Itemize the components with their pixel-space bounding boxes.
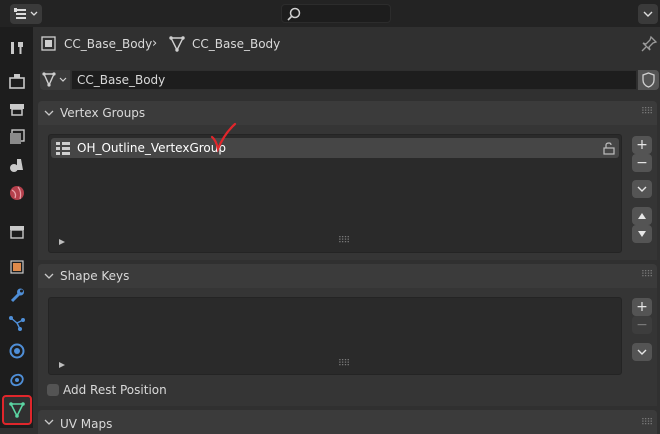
- constraints-icon: [10, 373, 24, 387]
- triangle-down-icon: [638, 231, 646, 237]
- uv-maps-title: UV Maps: [60, 417, 113, 431]
- add-shape-key-button[interactable]: +: [632, 298, 652, 316]
- modifier-icon: [10, 288, 24, 303]
- chevron-down-icon: [44, 419, 54, 425]
- tab-modifiers[interactable]: [4, 282, 30, 308]
- annotation-checkmark: [210, 122, 237, 153]
- view-layer-icon: [10, 129, 25, 144]
- drag-handle-icon[interactable]: ⠿⠿: [641, 270, 653, 280]
- vertex-group-list[interactable]: OH_Outline_VertexGroup ⠿⠿: [48, 134, 622, 253]
- tab-scene[interactable]: [4, 152, 30, 178]
- collection-icon: [10, 226, 24, 239]
- datablock-name: CC_Base_Body: [77, 73, 166, 87]
- add-rest-position-label: Add Rest Position: [63, 383, 167, 397]
- breadcrumb-object: CC_Base_Body: [64, 37, 153, 51]
- tab-tool[interactable]: [4, 35, 30, 61]
- shape-keys-panel-header[interactable]: Shape Keys ⠿⠿: [38, 264, 657, 288]
- render-icon: [9, 74, 25, 89]
- pin-icon[interactable]: [640, 35, 658, 53]
- tab-render[interactable]: [4, 68, 30, 94]
- mesh-data-icon: [42, 72, 67, 87]
- particles-icon: [9, 316, 25, 331]
- triangle-up-icon: [638, 213, 646, 219]
- vertex-group-icon: [56, 142, 70, 155]
- chevron-down-icon: [643, 11, 653, 17]
- object-icon: [10, 260, 24, 274]
- fake-user-button[interactable]: [638, 70, 659, 90]
- shield-icon: [642, 72, 655, 88]
- object-data-icon: [9, 402, 25, 418]
- properties-tab-strip: [0, 27, 33, 428]
- options-dropdown-button[interactable]: [638, 4, 658, 24]
- world-icon: [10, 186, 24, 200]
- physics-icon: [9, 343, 25, 359]
- object-icon: [41, 36, 56, 51]
- tab-particles[interactable]: [4, 310, 30, 336]
- remove-shape-key-button[interactable]: −: [632, 316, 652, 334]
- vertex-group-name: OH_Outline_VertexGroup: [77, 141, 226, 155]
- search-icon: [287, 7, 301, 21]
- vertex-groups-title: Vertex Groups: [60, 106, 146, 120]
- chevron-down-icon: [637, 349, 647, 355]
- tab-object[interactable]: [4, 254, 30, 280]
- mesh-data-icon: [169, 36, 185, 52]
- chevron-down-icon: [44, 273, 54, 279]
- filter-expand-icon[interactable]: [58, 238, 66, 246]
- vertex-group-specials-button[interactable]: [632, 180, 652, 198]
- breadcrumb-separator: ›: [152, 36, 158, 51]
- datablock-name-field[interactable]: CC_Base_Body: [71, 70, 637, 90]
- tab-world[interactable]: [4, 180, 30, 206]
- properties-header: [0, 0, 660, 27]
- mesh-browse-button[interactable]: [40, 70, 70, 90]
- drag-handle-icon[interactable]: ⠿⠿: [641, 107, 653, 117]
- chevron-down-icon: [637, 186, 647, 192]
- tab-collection[interactable]: [4, 219, 30, 245]
- search-input[interactable]: [281, 4, 391, 23]
- drag-handle-icon[interactable]: ⠿⠿: [641, 418, 653, 428]
- chevron-down-icon: [44, 110, 54, 116]
- shape-key-specials-button[interactable]: [632, 343, 652, 361]
- shape-key-list[interactable]: ⠿⠿: [48, 297, 622, 375]
- scene-icon: [10, 159, 23, 172]
- list-item[interactable]: OH_Outline_VertexGroup: [51, 138, 619, 158]
- move-down-button[interactable]: [632, 225, 652, 243]
- move-up-button[interactable]: [632, 207, 652, 225]
- tab-object-data[interactable]: [2, 395, 32, 425]
- tab-physics[interactable]: [4, 338, 30, 364]
- tab-output[interactable]: [4, 96, 30, 122]
- lock-icon[interactable]: [601, 142, 617, 155]
- remove-vertex-group-button[interactable]: −: [632, 154, 652, 172]
- breadcrumb-data: CC_Base_Body: [192, 37, 281, 51]
- tab-view-layer[interactable]: [4, 124, 30, 150]
- shape-keys-title: Shape Keys: [60, 269, 130, 283]
- list-resize-handle[interactable]: ⠿⠿: [338, 359, 350, 369]
- add-vertex-group-button[interactable]: +: [632, 136, 652, 154]
- tab-constraints[interactable]: [4, 366, 30, 392]
- tool-icon: [11, 42, 23, 54]
- uv-maps-panel-header[interactable]: UV Maps ⠿⠿: [38, 410, 657, 434]
- add-rest-position-checkbox[interactable]: [47, 384, 59, 396]
- filter-expand-icon[interactable]: [58, 361, 66, 369]
- vertex-groups-panel-header[interactable]: Vertex Groups ⠿⠿: [38, 101, 657, 125]
- properties-editor-icon: [14, 8, 38, 19]
- list-resize-handle[interactable]: ⠿⠿: [338, 236, 350, 246]
- editor-type-button[interactable]: [10, 4, 42, 24]
- output-icon: [10, 104, 24, 116]
